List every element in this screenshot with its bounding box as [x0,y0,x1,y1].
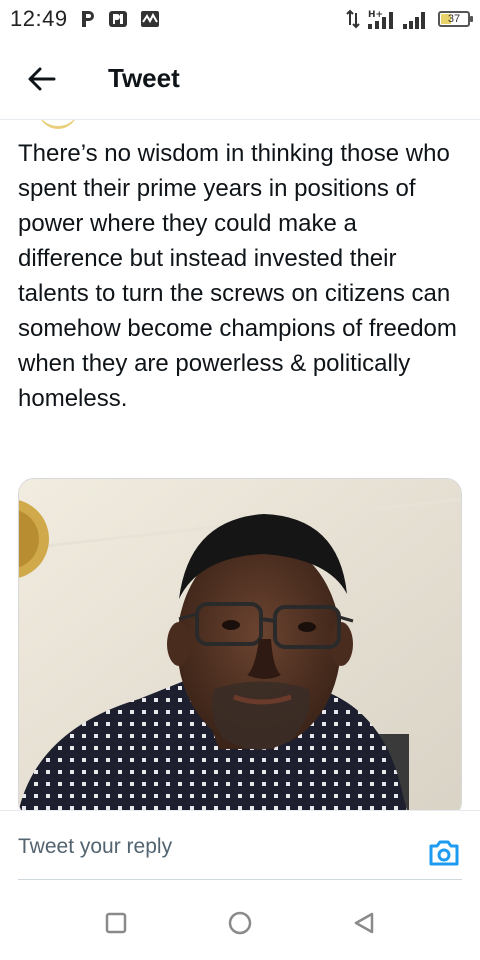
reply-underline [18,879,462,880]
signal-icon [402,8,428,30]
back-triangle-icon [354,912,374,933]
tweet-detail: There’s no wisdom in thinking those who … [0,120,480,810]
camera-icon [429,840,459,866]
back-button[interactable] [12,49,72,109]
tweet-photo[interactable] [18,478,462,810]
svg-text:H+: H+ [368,10,383,20]
selfie-photo [19,479,461,810]
app-header: Tweet [0,38,480,120]
avatar[interactable] [38,120,78,129]
back-nav-button[interactable] [344,903,384,943]
tweet-text: There’s no wisdom in thinking those who … [18,140,457,412]
status-time: 12:49 [10,6,68,31]
activity-icon [140,10,160,28]
home-button[interactable] [220,903,260,943]
signal-h-plus-icon: H+ [366,8,396,30]
reply-bar: Tweet your reply [0,810,480,885]
status-left: 12:49 [10,6,160,32]
status-bar: 12:49 H+ 37 [0,0,480,38]
p-app-icon [80,10,96,28]
data-transfer-icon [346,9,360,29]
system-nav-bar [0,885,480,960]
pi-app-icon [108,10,128,28]
battery-level: 37 [447,12,461,25]
recents-square-icon [105,912,127,933]
status-right: H+ 37 [346,8,473,30]
page-title: Tweet [108,63,180,93]
battery-icon: 37 [438,11,473,27]
reply-input[interactable]: Tweet your reply [18,835,398,871]
arrow-left-icon [28,67,56,90]
recents-button[interactable] [96,903,136,943]
camera-button[interactable] [424,833,464,873]
home-circle-icon [228,911,252,934]
